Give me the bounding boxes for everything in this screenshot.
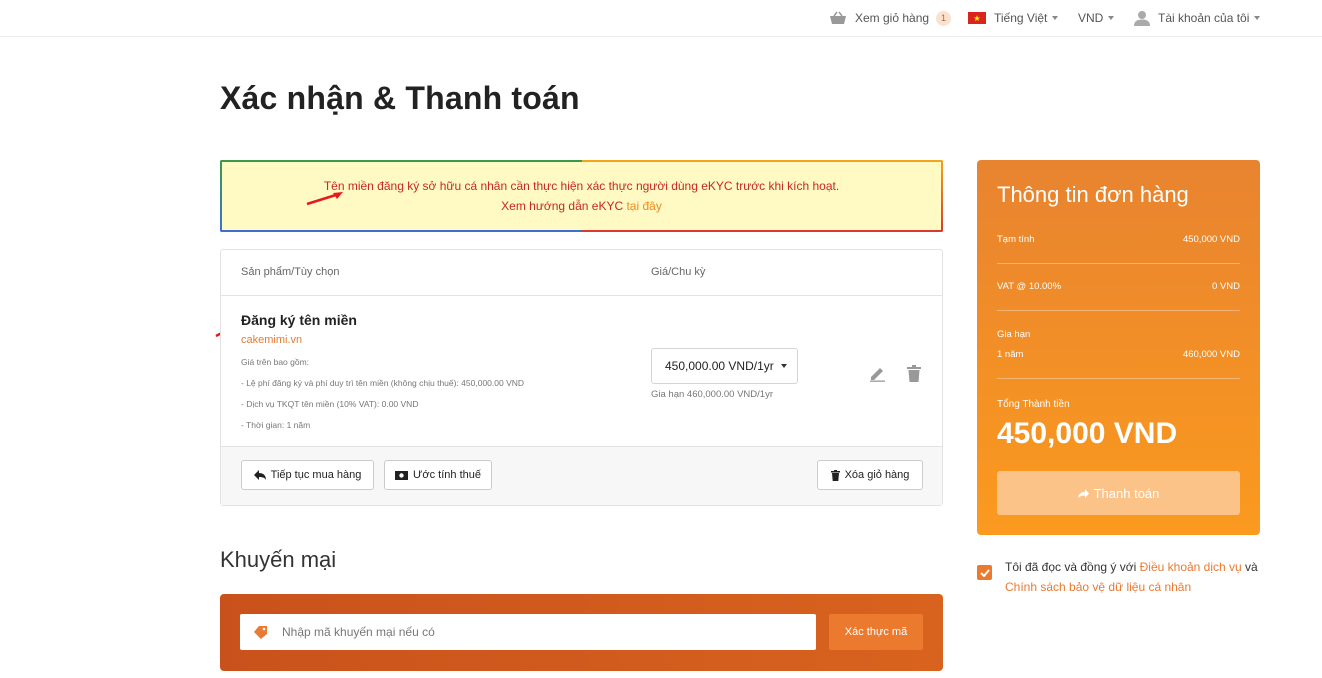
vat-row: VAT @ 10.00% 0 VND — [997, 281, 1240, 292]
ekyc-guide-text: Xem hướng dẫn eKYC — [501, 199, 624, 213]
agree-checkbox[interactable] — [977, 565, 992, 580]
tag-icon — [252, 625, 270, 639]
edit-icon[interactable] — [867, 363, 887, 383]
trash-icon — [830, 469, 840, 481]
total-value: 450,000 VND — [997, 417, 1178, 450]
reply-arrow-icon — [253, 470, 266, 480]
trash-icon[interactable] — [904, 363, 924, 383]
agree-and-text: và — [1245, 560, 1258, 574]
currency-label: VND — [1078, 11, 1104, 25]
subtotal-row: Tạm tính 450,000 VND — [997, 234, 1240, 245]
top-navbar: Xem giỏ hàng 1 ★ Tiếng Việt VND Tài khoả… — [0, 0, 1322, 37]
vat-value: 0 VND — [1212, 281, 1240, 292]
product-domain: cakemimi.vn — [241, 334, 303, 346]
money-icon — [395, 470, 408, 480]
promo-code-input[interactable]: Nhập mã khuyến mại nếu có — [240, 614, 816, 650]
chevron-down-icon — [1108, 16, 1115, 20]
account-label: Tài khoản của tôi — [1158, 11, 1250, 25]
chevron-down-icon — [780, 364, 787, 368]
continue-shopping-label: Tiếp tục mua hàng — [270, 469, 362, 481]
checkmark-icon — [979, 568, 990, 577]
estimate-tax-label: Ước tính thuế — [413, 469, 481, 481]
renew-period-row: 1 năm 460,000 VND — [997, 349, 1240, 360]
billing-cycle-select[interactable]: 450,000.00 VND/1yr — [651, 348, 798, 384]
continue-shopping-button[interactable]: Tiếp tục mua hàng — [241, 460, 374, 490]
account-menu[interactable]: Tài khoản của tôi — [1134, 9, 1261, 27]
product-desc-line: - Lệ phí đăng ký và phí duy trì tên miền… — [241, 378, 525, 388]
product-desc-line: - Dịch vụ TKQT tên miền (10% VAT): 0.00 … — [241, 399, 419, 409]
cart-table: Sản phẩm/Tùy chọn Giá/Chu kỳ Đăng ký tên… — [220, 249, 943, 506]
language-label: Tiếng Việt — [994, 11, 1048, 25]
renew-label: Gia hạn — [997, 329, 1031, 340]
total-label: Tổng Thành tiền — [997, 399, 1070, 410]
terms-of-service-link[interactable]: Điều khoản dịch vụ — [1140, 560, 1242, 574]
promo-panel: Nhập mã khuyến mại nếu có Xác thực mã — [220, 594, 943, 671]
order-summary-panel: Thông tin đơn hàng Tạm tính 450,000 VND … — [977, 160, 1260, 535]
checkout-button[interactable]: Thanh toán — [997, 471, 1240, 515]
renew-price-note: Gia hạn 460,000.00 VND/1yr — [651, 389, 773, 400]
ekyc-guide-link[interactable]: tại đây — [626, 199, 661, 213]
annotation-arrow-icon — [306, 192, 343, 206]
basket-icon — [829, 11, 847, 25]
promo-code-placeholder: Nhập mã khuyến mại nếu có — [282, 625, 435, 639]
user-icon — [1134, 10, 1150, 26]
checkout-label: Thanh toán — [1093, 485, 1160, 501]
cart-footer: Tiếp tục mua hàng Ước tính thuế Xóa giỏ … — [221, 446, 942, 505]
cart-count-badge: 1 — [936, 10, 952, 26]
empty-cart-label: Xóa giỏ hàng — [844, 469, 910, 481]
product-desc-line: Giá trên bao gồm: — [241, 357, 310, 367]
forward-arrow-icon — [1077, 488, 1089, 498]
column-header-price: Giá/Chu kỳ — [651, 266, 706, 278]
privacy-policy-link[interactable]: Chính sách bảo vệ dữ liệu cá nhân — [1005, 580, 1191, 594]
renew-period: 1 năm — [997, 349, 1024, 360]
billing-cycle-value: 450,000.00 VND/1yr — [665, 359, 774, 373]
language-selector[interactable]: ★ Tiếng Việt — [968, 9, 1059, 27]
page-title: Xác nhận & Thanh toán — [220, 80, 580, 116]
view-cart-link[interactable]: Xem giỏ hàng 1 — [829, 9, 952, 27]
renew-row: Gia hạn — [997, 329, 1240, 340]
agree-text: Tôi đã đọc và đồng ý với — [1005, 560, 1137, 574]
subtotal-value: 450,000 VND — [1182, 234, 1240, 245]
subtotal-label: Tạm tính — [997, 234, 1035, 245]
validate-code-button[interactable]: Xác thực mã — [829, 614, 923, 650]
view-cart-label: Xem giỏ hàng — [855, 11, 930, 25]
promo-section-title: Khuyến mại — [220, 547, 337, 572]
estimate-tax-button[interactable]: Ước tính thuế — [384, 460, 492, 490]
vietnam-flag-icon: ★ — [968, 12, 986, 24]
product-desc-line: - Thời gian: 1 năm — [241, 420, 311, 430]
product-name: Đăng ký tên miền — [241, 312, 357, 328]
empty-cart-button[interactable]: Xóa giỏ hàng — [817, 460, 923, 490]
cart-table-header: Sản phẩm/Tùy chọn Giá/Chu kỳ — [221, 250, 942, 296]
chevron-down-icon — [1052, 16, 1059, 20]
order-summary-title: Thông tin đơn hàng — [997, 182, 1189, 207]
renew-value: 460,000 VND — [1182, 349, 1240, 360]
currency-selector[interactable]: VND — [1078, 9, 1115, 27]
column-header-product: Sản phẩm/Tùy chọn — [241, 266, 340, 278]
vat-label: VAT @ 10.00% — [997, 281, 1062, 292]
chevron-down-icon — [1254, 16, 1261, 20]
